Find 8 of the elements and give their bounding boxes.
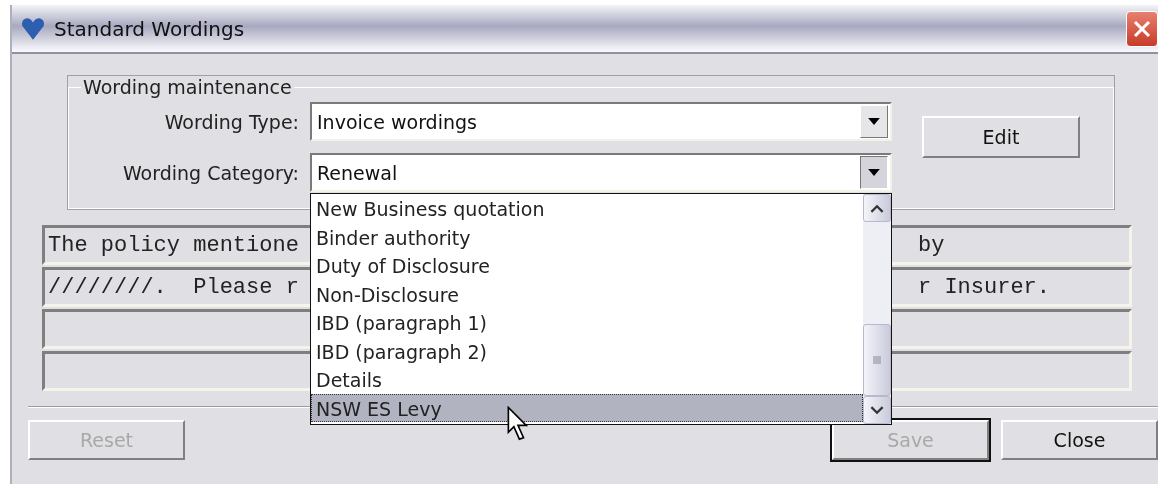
wording-text: by	[918, 232, 945, 258]
group-title: Wording maintenance	[82, 76, 293, 98]
wording-text: ////////. Please r	[48, 274, 300, 300]
window-title: Standard Wordings	[54, 16, 245, 41]
field-label: Wording Type:	[163, 110, 299, 133]
wording-text: r Insurer.	[918, 274, 1051, 300]
field-label: Wording Category:	[121, 161, 299, 184]
wording-text: The policy mentione	[48, 232, 300, 258]
